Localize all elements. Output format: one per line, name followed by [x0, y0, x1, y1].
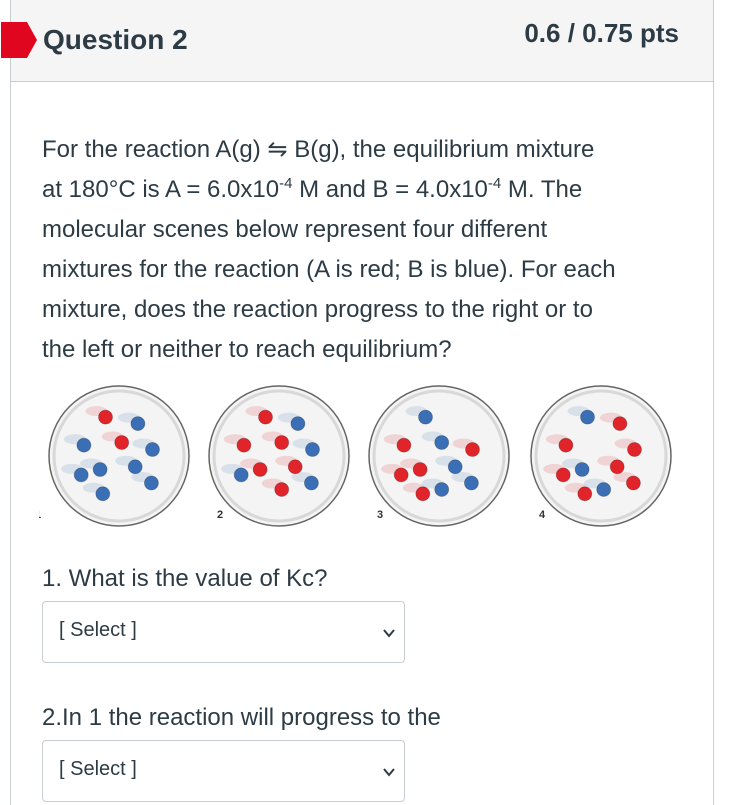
molecule-b-blue: [447, 459, 463, 475]
direction-select[interactable]: [ Select ]: [42, 740, 405, 802]
scene-2: 2: [208, 385, 350, 527]
molecule-b-blue: [303, 475, 319, 491]
scene-label: 1: [39, 509, 41, 521]
select-value: [ Select ]: [59, 619, 137, 641]
scene-container: [48, 385, 190, 527]
molecule-b-blue: [127, 459, 143, 475]
scene-container: [530, 385, 672, 527]
molecule-a-red: [396, 437, 412, 453]
question-header: Question 2 0.6 / 0.75 pts: [1, 0, 713, 82]
molecule-b-blue: [130, 416, 146, 431]
scene-3: 3: [368, 385, 510, 527]
molecule-b-blue: [574, 462, 590, 477]
equilibrium-arrow-icon: ⇋: [267, 136, 288, 163]
stem-line: the left or neither to reach equilibrium…: [42, 336, 452, 363]
subquestion-1-label: 1. What is the value of Kc?: [42, 565, 328, 592]
molecule-b-blue: [463, 475, 479, 491]
molecule-b-blue: [580, 409, 595, 425]
molecule-a-red: [114, 435, 130, 450]
molecule-a-red: [415, 486, 431, 502]
kc-select[interactable]: [ Select ]: [42, 601, 405, 663]
molecule-b-blue: [596, 482, 612, 497]
select-value: [ Select ]: [59, 758, 137, 780]
question-title: Question 2: [43, 24, 188, 55]
molecular-scenes-figure: 1 2 3 4: [39, 385, 672, 527]
molecule-a-red: [609, 459, 625, 475]
molecule-a-red: [393, 467, 409, 483]
molecule-a-red: [274, 435, 290, 450]
stem-line: mixture, does the reaction progress to t…: [42, 296, 593, 323]
chevron-down-icon: [383, 629, 395, 638]
molecule-a-red: [558, 437, 574, 453]
scene-1: 1: [39, 385, 190, 527]
molecule-a-red: [465, 442, 480, 457]
stem-line: molecular scenes below represent four di…: [42, 216, 548, 243]
molecule-a-red: [555, 467, 571, 483]
molecule-b-blue: [76, 437, 92, 453]
molecule-a-red: [252, 462, 268, 477]
molecule-b-blue: [92, 462, 108, 477]
chevron-down-icon: [383, 768, 395, 777]
molecule-a-red: [274, 482, 290, 497]
molecule-a-red: [627, 442, 642, 457]
molecule-b-blue: [434, 435, 450, 450]
stem-line: For the reaction A(g) ⇋ B(g), the equili…: [42, 136, 595, 163]
molecule-b-blue: [434, 482, 450, 497]
molecule-b-blue: [418, 409, 433, 425]
stem-line: at 180°C is A = 6.0x10-4 M and B = 4.0x1…: [42, 175, 583, 203]
scene-4: 4: [530, 385, 672, 527]
molecule-a-red: [287, 459, 303, 475]
molecule-a-red: [236, 437, 252, 453]
molecule-a-red: [412, 462, 428, 477]
scene-container: [368, 385, 510, 527]
molecule-b-blue: [73, 467, 89, 483]
molecule-b-blue: [145, 442, 160, 457]
molecule-b-blue: [95, 486, 111, 502]
scene-label: 3: [377, 509, 383, 521]
molecule-b-blue: [305, 442, 320, 457]
subquestion-2-label: 2.In 1 the reaction will progress to the: [42, 704, 441, 731]
scene-label: 2: [217, 509, 223, 521]
scene-container: [208, 385, 350, 527]
flag-icon[interactable]: [1, 22, 37, 58]
question-stem: For the reaction A(g) ⇋ B(g), the equili…: [42, 130, 682, 370]
stem-line: mixtures for the reaction (A is red; B i…: [42, 256, 616, 283]
molecule-a-red: [577, 486, 593, 502]
molecule-b-blue: [144, 475, 159, 491]
question-card: Question 2 0.6 / 0.75 pts For the reacti…: [1, 0, 714, 805]
molecule-b-blue: [290, 416, 306, 431]
question-points: 0.6 / 0.75 pts: [524, 18, 679, 48]
molecule-b-blue: [233, 467, 249, 483]
scene-label: 4: [539, 509, 546, 521]
molecule-a-red: [626, 475, 641, 491]
molecule-a-red: [612, 416, 628, 431]
molecule-a-red: [258, 409, 273, 425]
molecule-a-red: [98, 409, 113, 425]
